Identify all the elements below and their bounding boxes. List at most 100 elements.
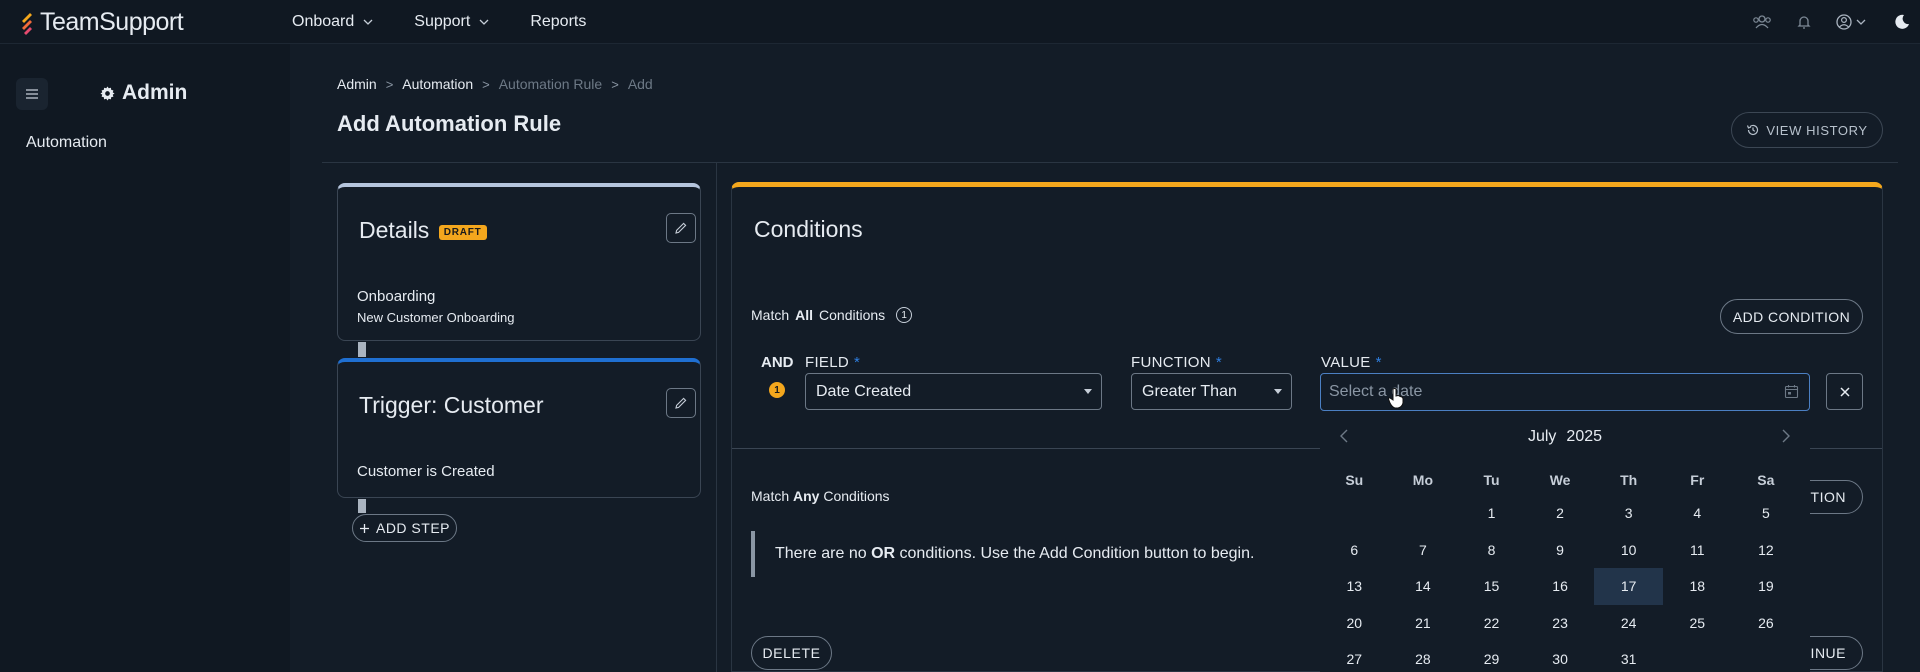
calendar-day[interactable]: 10: [1594, 532, 1663, 569]
calendar-day[interactable]: 30: [1526, 641, 1595, 672]
calendar-blank-cell: [1320, 495, 1389, 532]
add-condition-all-button[interactable]: ADD CONDITION: [1720, 299, 1863, 334]
user-menu[interactable]: [1836, 12, 1870, 32]
conditions-title: Conditions: [754, 216, 863, 242]
calendar-day[interactable]: 4: [1663, 495, 1732, 532]
sidebar-title-text: Admin: [122, 81, 188, 104]
top-bar: TeamSupport Onboard Support Reports: [0, 0, 1920, 44]
add-step-button[interactable]: ADD STEP: [352, 514, 457, 542]
calendar-day[interactable]: 5: [1732, 495, 1801, 532]
chevron-left-icon[interactable]: [1338, 427, 1350, 450]
breadcrumb-automation[interactable]: Automation: [402, 76, 473, 92]
field-label: FIELD *: [805, 354, 861, 371]
breadcrumb-add: Add: [627, 76, 653, 92]
calendar-icon[interactable]: [1784, 384, 1799, 399]
details-line-2: New Customer Onboarding: [357, 310, 515, 325]
calendar-day[interactable]: 15: [1457, 568, 1526, 605]
field-select-value: Date Created: [816, 382, 912, 400]
calendar-day[interactable]: 8: [1457, 532, 1526, 569]
logo-text: TeamSupport: [40, 8, 184, 36]
calendar-day[interactable]: 29: [1457, 641, 1526, 672]
calendar-year[interactable]: 2025: [1566, 428, 1602, 446]
field-select[interactable]: Date Created: [805, 373, 1102, 410]
app-logo[interactable]: TeamSupport: [20, 8, 184, 37]
calendar-day[interactable]: 16: [1526, 568, 1595, 605]
calendar-day[interactable]: 23: [1526, 605, 1595, 642]
calendar-day[interactable]: 3: [1594, 495, 1663, 532]
nav-reports[interactable]: Reports: [530, 13, 586, 31]
calendar-grid: Su Mo Tu We Th Fr Sa 1 2 3 4 5 6 7 8 9 10 11 12 13 14 15 16 17 1…: [1320, 465, 1810, 672]
calendar-day[interactable]: 20: [1320, 605, 1389, 642]
chevron-down-icon: [363, 19, 373, 25]
weekday-header: Th: [1620, 472, 1638, 488]
nav-reports-label: Reports: [530, 13, 587, 30]
calendar-day[interactable]: 25: [1663, 605, 1732, 642]
theme-toggle-moon-icon[interactable]: [1892, 12, 1912, 32]
function-select-value: Greater Than: [1142, 382, 1237, 400]
trigger-line-1: Customer is Created: [357, 463, 495, 480]
edit-trigger-button[interactable]: [666, 388, 696, 418]
hamburger-menu-button[interactable]: [16, 78, 48, 110]
close-icon: [1839, 386, 1850, 397]
function-label: FUNCTION *: [1131, 354, 1223, 371]
calendar-day[interactable]: 19: [1732, 568, 1801, 605]
trigger-step-card[interactable]: Trigger: Customer Customer is Created: [337, 358, 701, 498]
calendar-day[interactable]: 6: [1320, 532, 1389, 569]
weekday-header: Sa: [1757, 472, 1775, 488]
calendar-day[interactable]: 21: [1389, 605, 1458, 642]
sidebar-title: Admin: [100, 81, 187, 105]
edit-details-button[interactable]: [666, 213, 696, 243]
calendar-day[interactable]: 22: [1457, 605, 1526, 642]
logo-mark-icon: [20, 11, 36, 35]
weekday-header: We: [1549, 472, 1571, 488]
remove-condition-button[interactable]: [1826, 373, 1863, 410]
nav-onboard[interactable]: Onboard: [292, 13, 374, 31]
draft-badge: DRAFT: [438, 225, 487, 240]
team-icon[interactable]: [1752, 12, 1772, 32]
calendar-day[interactable]: 28: [1389, 641, 1458, 672]
calendar-day[interactable]: 13: [1320, 568, 1389, 605]
calendar-day[interactable]: 18: [1663, 568, 1732, 605]
calendar-blank-cell: [1389, 495, 1458, 532]
match-any-heading: Match Any Conditions: [751, 488, 890, 504]
date-picker-popup: July 2025 Su Mo Tu We Th Fr Sa 1 2 3 4 5 6 7 8 9 10 11 12 1…: [1320, 417, 1810, 672]
page-title: Add Automation Rule: [337, 111, 562, 136]
calendar-day[interactable]: 24: [1594, 605, 1663, 642]
chevron-down-icon: [479, 19, 489, 25]
calendar-day[interactable]: 7: [1389, 532, 1458, 569]
calendar-day[interactable]: 9: [1526, 532, 1595, 569]
calendar-day[interactable]: 11: [1663, 532, 1732, 569]
breadcrumb-admin[interactable]: Admin: [337, 76, 377, 92]
calendar-day[interactable]: 14: [1389, 568, 1458, 605]
view-history-label: VIEW HISTORY: [1766, 122, 1868, 138]
details-step-card[interactable]: Details DRAFT Onboarding New Customer On…: [337, 183, 701, 341]
chevron-right-icon: >: [385, 76, 394, 92]
user-circle-icon: [1836, 14, 1866, 30]
breadcrumb-automation-rule[interactable]: Automation Rule: [499, 76, 603, 92]
calendar-day[interactable]: 2: [1526, 495, 1595, 532]
nav-support[interactable]: Support: [414, 13, 490, 31]
view-history-button[interactable]: VIEW HISTORY: [1731, 112, 1883, 148]
calendar-day[interactable]: 12: [1732, 532, 1801, 569]
add-step-label: ADD STEP: [375, 520, 450, 536]
calendar-day[interactable]: 26: [1732, 605, 1801, 642]
chevron-right-icon[interactable]: [1780, 427, 1792, 450]
nav-support-label: Support: [414, 13, 471, 30]
calendar-day-today[interactable]: 17: [1594, 568, 1663, 605]
step-connector: [358, 342, 366, 357]
bell-icon[interactable]: [1794, 12, 1814, 32]
calendar-day[interactable]: 31: [1594, 641, 1663, 672]
delete-button[interactable]: DELETE: [751, 636, 832, 670]
function-select[interactable]: Greater Than: [1131, 373, 1292, 410]
pencil-icon: [675, 222, 687, 234]
gear-icon: [100, 85, 115, 101]
chevron-right-icon: >: [611, 76, 619, 92]
weekday-header: Su: [1345, 472, 1364, 488]
calendar-month[interactable]: July: [1528, 428, 1556, 446]
breadcrumb: Admin > Automation > Automation Rule > A…: [337, 76, 653, 92]
sidebar-item-automation[interactable]: Automation: [26, 134, 107, 152]
calendar-day[interactable]: 27: [1320, 641, 1389, 672]
date-input-placeholder: Select a date: [1329, 383, 1423, 400]
match-all-count-badge: 1: [896, 307, 913, 323]
calendar-day[interactable]: 1: [1457, 495, 1526, 532]
